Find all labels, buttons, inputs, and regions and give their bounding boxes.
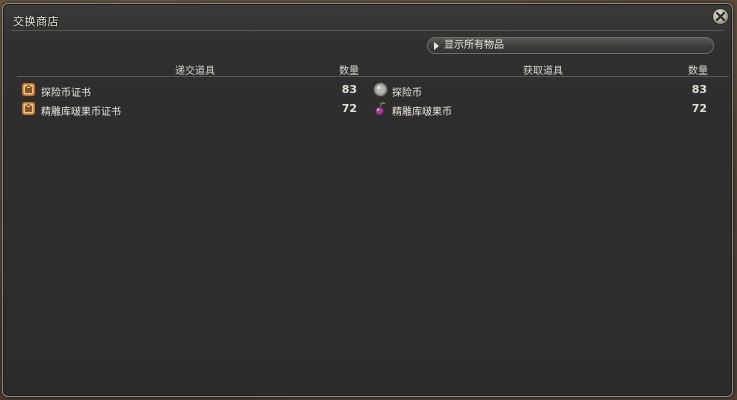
header-divider — [17, 76, 729, 77]
close-x-icon — [715, 11, 726, 22]
table-row[interactable]: 探险币证书 83 探险币 83 — [17, 81, 737, 99]
title-divider — [11, 30, 724, 31]
header-give-qty: 数量 — [339, 66, 359, 77]
window-title: 交换商店 — [13, 15, 59, 28]
header-receive-item: 获取道具 — [523, 66, 563, 77]
close-button[interactable] — [712, 8, 729, 25]
explorer-coin-icon — [373, 82, 388, 97]
header-give-item: 递交道具 — [175, 66, 215, 77]
give-item-qty: 72 — [341, 102, 357, 115]
show-all-items-button[interactable]: 显示所有物品 — [427, 37, 714, 54]
receive-item-qty: 72 — [691, 102, 707, 115]
receive-item-name: 探险币 — [392, 88, 422, 99]
kupo-nut-coin-icon — [374, 102, 386, 116]
table-row[interactable]: 精雕库啵果币证书 72 精雕库啵果币 72 — [17, 100, 737, 118]
receive-item-name: 精雕库啵果币 — [392, 107, 452, 118]
expand-triangle-icon — [434, 42, 439, 50]
certificate-box-icon — [21, 101, 36, 116]
header-receive-qty: 数量 — [688, 66, 708, 77]
certificate-box-icon — [21, 82, 36, 97]
show-all-items-label: 显示所有物品 — [444, 40, 504, 51]
give-item-name: 精雕库啵果币证书 — [41, 107, 121, 118]
receive-item-qty: 83 — [691, 83, 707, 96]
give-item-qty: 83 — [341, 83, 357, 96]
exchange-shop-window: 交换商店 显示所有物品 递交道具 数量 获取道具 数量 探险币证书 83 探险币… — [2, 3, 733, 397]
give-item-name: 探险币证书 — [41, 88, 91, 99]
